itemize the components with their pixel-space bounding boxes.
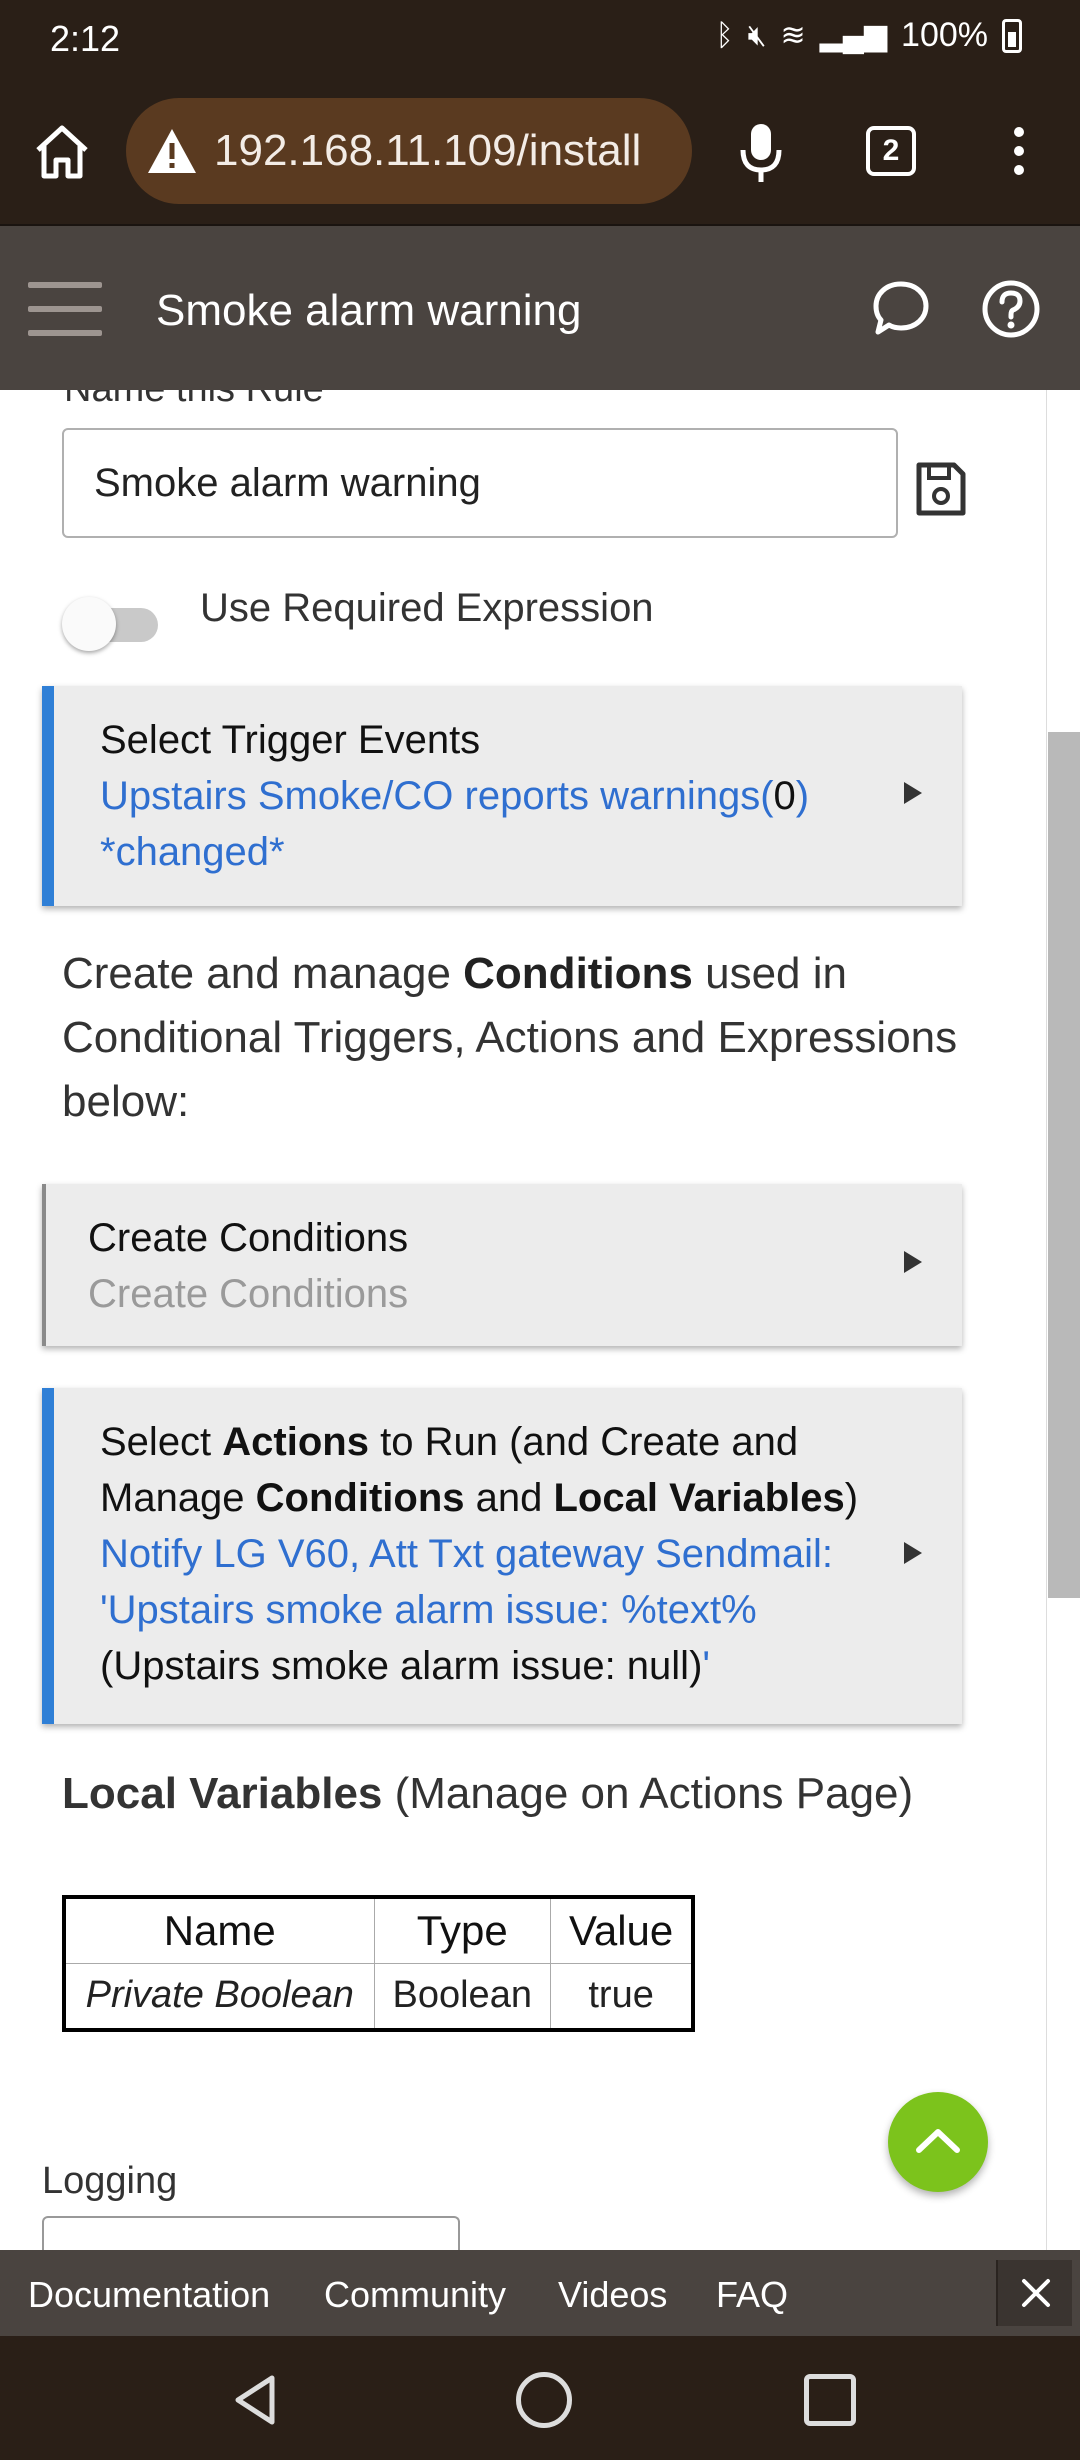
- system-nav-bar: [0, 2336, 1080, 2460]
- trigger-card-title: Select Trigger Events: [100, 718, 481, 762]
- recent-apps-icon[interactable]: [804, 2374, 856, 2426]
- trigger-events-card[interactable]: Select Trigger Events Upstairs Smoke/CO …: [42, 686, 962, 906]
- microphone-icon[interactable]: [736, 120, 786, 186]
- table-header-row: Name Type Value: [63, 1896, 694, 1964]
- logging-label: Logging: [42, 2160, 178, 2202]
- actions-card-title: Select Actions to Run (and Create and Ma…: [100, 1420, 859, 1520]
- home-nav-icon[interactable]: [516, 2372, 572, 2428]
- warning-icon[interactable]: [144, 123, 200, 179]
- footer-close-button[interactable]: [996, 2260, 1072, 2326]
- help-icon[interactable]: [980, 278, 1042, 340]
- chevron-right-icon: [904, 782, 922, 804]
- signal-icon: ▂▄▆: [819, 19, 888, 52]
- wifi-icon: ≋: [780, 19, 806, 52]
- page-title: Smoke alarm warning: [156, 286, 582, 335]
- home-icon[interactable]: [30, 120, 94, 184]
- menu-icon[interactable]: [28, 282, 102, 336]
- logging-select[interactable]: [42, 2216, 460, 2250]
- bluetooth-icon: ᛒ: [715, 18, 734, 52]
- tab-count-button[interactable]: 2: [866, 126, 916, 176]
- footer-link-faq[interactable]: FAQ: [716, 2274, 788, 2316]
- trigger-link-close: ): [795, 774, 810, 818]
- table-cell: Boolean: [373, 1963, 551, 2030]
- url-text[interactable]: 192.168.11.109/install: [214, 126, 641, 176]
- trigger-changed: *changed*: [100, 830, 285, 874]
- footer-link-videos[interactable]: Videos: [558, 2274, 667, 2316]
- local-variables-heading: Local Variables (Manage on Actions Page): [62, 1769, 914, 1818]
- app-header: Smoke alarm warning: [0, 224, 1080, 390]
- table-cell: true: [549, 1963, 694, 2030]
- footer-link-community[interactable]: Community: [324, 2274, 506, 2316]
- status-bar: 2:12 ᛒ 🔇︎ ≋ ▂▄▆ 100%: [0, 0, 1080, 78]
- trigger-link[interactable]: Upstairs Smoke/CO reports warnings(: [100, 774, 774, 818]
- local-variables-table: Name Type Value Private Boolean Boolean …: [62, 1895, 696, 2032]
- back-icon[interactable]: [228, 2372, 284, 2428]
- table-cell: Private Boolean: [63, 1963, 375, 2030]
- table-row: Private Boolean Boolean true: [63, 1963, 694, 2030]
- rule-name-input[interactable]: Smoke alarm warning: [62, 428, 898, 538]
- footer-link-documentation[interactable]: Documentation: [28, 2274, 270, 2316]
- battery-icon: [1002, 18, 1022, 53]
- scrollbar-thumb[interactable]: [1048, 732, 1080, 1598]
- column-header: Name: [63, 1896, 375, 1964]
- footer-bar: Documentation Community Videos FAQ: [0, 2250, 1080, 2336]
- conditions-card-subtitle: Create Conditions: [88, 1272, 409, 1316]
- required-expression-toggle[interactable]: [62, 592, 160, 652]
- create-conditions-card[interactable]: Create Conditions Create Conditions: [42, 1184, 962, 1346]
- actions-link[interactable]: Notify LG V60, Att Txt gateway Sendmail:…: [100, 1532, 833, 1632]
- chevron-right-icon: [904, 1542, 922, 1564]
- actions-card[interactable]: Select Actions to Run (and Create and Ma…: [42, 1388, 962, 1724]
- close-icon: [1022, 2279, 1050, 2307]
- required-expression-label: Use Required Expression: [200, 586, 654, 630]
- column-header: Type: [373, 1896, 551, 1964]
- status-icons: ᛒ 🔇︎ ≋ ▂▄▆ 100%: [716, 16, 1022, 55]
- rule-name-label: Name this Rule*: [64, 390, 339, 411]
- mute-icon: 🔇︎: [747, 18, 767, 52]
- conditions-card-title: Create Conditions: [88, 1216, 409, 1260]
- trigger-value: 0: [773, 774, 796, 818]
- scroll-to-top-button[interactable]: [888, 2092, 988, 2192]
- actions-plain: (Upstairs smoke alarm issue: null): [100, 1644, 703, 1688]
- address-bar[interactable]: 192.168.11.109/install: [126, 98, 692, 204]
- status-time: 2:12: [50, 18, 121, 59]
- battery-percent: 100%: [901, 16, 988, 54]
- conditions-description: Create and manage Conditions used in Con…: [62, 949, 958, 1126]
- column-header: Value: [549, 1896, 694, 1964]
- chevron-up-icon: [916, 2129, 960, 2153]
- actions-summary: Notify LG V60, Att Txt gateway Sendmail:…: [100, 1532, 833, 1688]
- save-icon[interactable]: [914, 460, 968, 518]
- more-options-icon[interactable]: [1004, 122, 1034, 182]
- browser-toolbar: 192.168.11.109/install 2: [0, 78, 1080, 224]
- chat-icon[interactable]: [870, 278, 932, 340]
- chevron-right-icon: [904, 1251, 922, 1273]
- rule-content: Name this Rule* Smoke alarm warning Use …: [0, 390, 1046, 2250]
